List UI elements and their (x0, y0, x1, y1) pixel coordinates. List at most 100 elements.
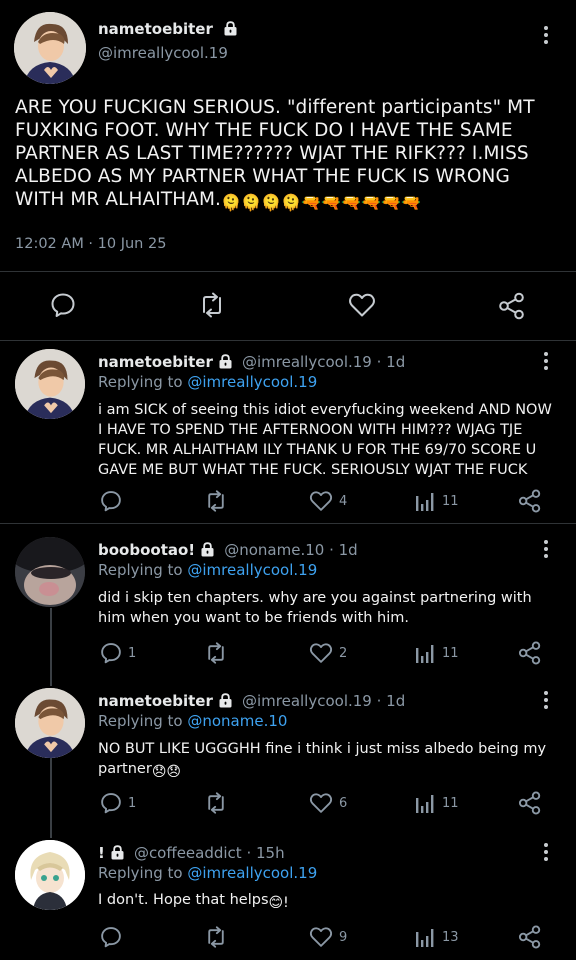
view-count: 11 (442, 493, 459, 509)
like-count: 6 (339, 795, 348, 811)
like-count: 4 (339, 493, 348, 509)
author-handle[interactable]: @noname.10 · 1d (224, 541, 357, 559)
view-count: 13 (442, 929, 459, 945)
bar-chart-icon (416, 645, 434, 663)
replying-to-link[interactable]: @noname.10 (187, 712, 287, 730)
bar-chart-icon (416, 493, 434, 511)
main-post-timestamp: 12:02 AM · 10 Jun 25 (15, 236, 167, 252)
reply-avatar[interactable] (15, 537, 85, 607)
like-button[interactable]: 6 (309, 792, 347, 814)
reply-button[interactable] (100, 926, 128, 948)
more-options-icon[interactable] (539, 538, 553, 560)
more-options-icon[interactable] (539, 689, 553, 711)
reply-header: nametoebiter @imreallycool.19 · 1d (98, 691, 405, 712)
reply-button[interactable]: 1 (100, 792, 136, 814)
reply-avatar[interactable] (15, 688, 85, 758)
reply-text: I don't. Hope that helps (98, 892, 269, 908)
author-handle[interactable]: @imreallycool.19 (98, 44, 228, 62)
author-name[interactable]: nametoebiter (98, 20, 213, 38)
reply-text: did i skip ten chapters. why are you aga… (98, 590, 532, 626)
repost-arrows-icon (208, 926, 224, 948)
replying-to-link[interactable]: @imreallycool.19 (187, 864, 317, 882)
view-count: 11 (442, 795, 459, 811)
views-button[interactable]: 13 (414, 926, 459, 948)
replying-to-link[interactable]: @imreallycool.19 (187, 373, 317, 391)
author-handle[interactable]: @imreallycool.19 · 1d (242, 692, 405, 710)
replying-to: Replying to @imreallycool.19 (98, 561, 318, 579)
share-button[interactable] (518, 925, 542, 949)
main-post-avatar[interactable] (14, 12, 86, 84)
reply-avatar[interactable] (15, 349, 85, 419)
share-nodes-icon (518, 489, 541, 513)
speech-bubble-icon (101, 643, 121, 664)
reply-header: boobootao! @noname.10 · 1d (98, 540, 358, 561)
view-count: 11 (442, 645, 459, 661)
more-options-icon[interactable] (539, 24, 553, 46)
like-button[interactable]: 2 (309, 642, 347, 664)
speech-bubble-icon (101, 927, 121, 948)
divider (0, 271, 576, 272)
lock-icon (218, 354, 233, 373)
reply-emoji: 😞😞 (151, 764, 182, 780)
reply-text-block: NO BUT LIKE UGGGHH fine i think i just m… (98, 739, 553, 782)
lock-icon (200, 542, 215, 561)
heart-icon (309, 927, 333, 947)
reply-count: 1 (128, 795, 137, 811)
author-name[interactable]: nametoebiter (98, 353, 213, 371)
reply-text: i am SICK of seeing this idiot everyfuck… (98, 402, 552, 478)
reply-button[interactable] (50, 292, 76, 318)
views-button[interactable]: 11 (414, 642, 459, 664)
views-button[interactable]: 11 (414, 490, 459, 512)
author-name[interactable]: nametoebiter (98, 692, 213, 710)
more-options-icon[interactable] (539, 350, 553, 372)
reply-emoji: 😊! (268, 895, 289, 911)
main-post-emoji: 🫠🫠🫠🫠🔫🔫🔫🔫🔫🔫 (221, 193, 422, 212)
reply-header: ! @coffeeaddict · 15h (98, 843, 285, 864)
replying-to-link[interactable]: @imreallycool.19 (187, 561, 317, 579)
repost-arrows-icon (208, 792, 224, 814)
repost-button[interactable] (204, 490, 228, 512)
heart-icon (309, 491, 333, 511)
share-button[interactable] (518, 791, 542, 815)
heart-icon (349, 293, 375, 317)
share-button[interactable] (518, 489, 542, 513)
like-button[interactable]: 4 (309, 490, 347, 512)
author-name[interactable]: boobootao! (98, 541, 195, 559)
share-button[interactable] (518, 641, 542, 665)
main-post-text-block: ARE YOU FUCKIGN SERIOUS. "different part… (15, 96, 563, 214)
repost-arrows-icon (208, 642, 224, 664)
reply-text-block: I don't. Hope that helps😊! (98, 890, 553, 913)
more-options-icon[interactable] (539, 841, 553, 863)
share-button[interactable] (498, 292, 526, 320)
thread-line (50, 608, 52, 686)
like-button[interactable] (348, 292, 376, 318)
author-handle[interactable]: @imreallycool.19 · 1d (242, 353, 405, 371)
repost-button[interactable] (204, 642, 228, 664)
reply-button[interactable]: 1 (100, 642, 136, 664)
replying-to: Replying to @imreallycool.19 (98, 864, 318, 882)
share-nodes-icon (499, 292, 524, 320)
speech-bubble-icon (101, 491, 121, 512)
views-button[interactable]: 11 (414, 792, 459, 814)
author-handle[interactable]: @coffeeaddict · 15h (134, 844, 285, 862)
reply-count: 1 (128, 645, 137, 661)
heart-icon (309, 643, 333, 663)
repost-button[interactable] (198, 292, 226, 318)
divider (0, 340, 576, 341)
speech-bubble-icon (51, 293, 75, 317)
divider (0, 523, 576, 524)
bar-chart-icon (416, 929, 434, 947)
lock-icon (218, 693, 233, 712)
repost-button[interactable] (204, 926, 228, 948)
lock-icon (110, 845, 125, 864)
like-button[interactable]: 9 (309, 926, 347, 948)
repost-button[interactable] (204, 792, 228, 814)
replying-to: Replying to @imreallycool.19 (98, 373, 318, 391)
share-nodes-icon (518, 925, 541, 949)
author-name[interactable]: ! (98, 844, 105, 862)
repost-arrows-icon (203, 292, 221, 318)
reply-avatar[interactable] (15, 840, 85, 910)
reply-button[interactable] (100, 490, 128, 512)
main-post-author[interactable]: nametoebiter (98, 19, 238, 40)
heart-icon (309, 793, 333, 813)
